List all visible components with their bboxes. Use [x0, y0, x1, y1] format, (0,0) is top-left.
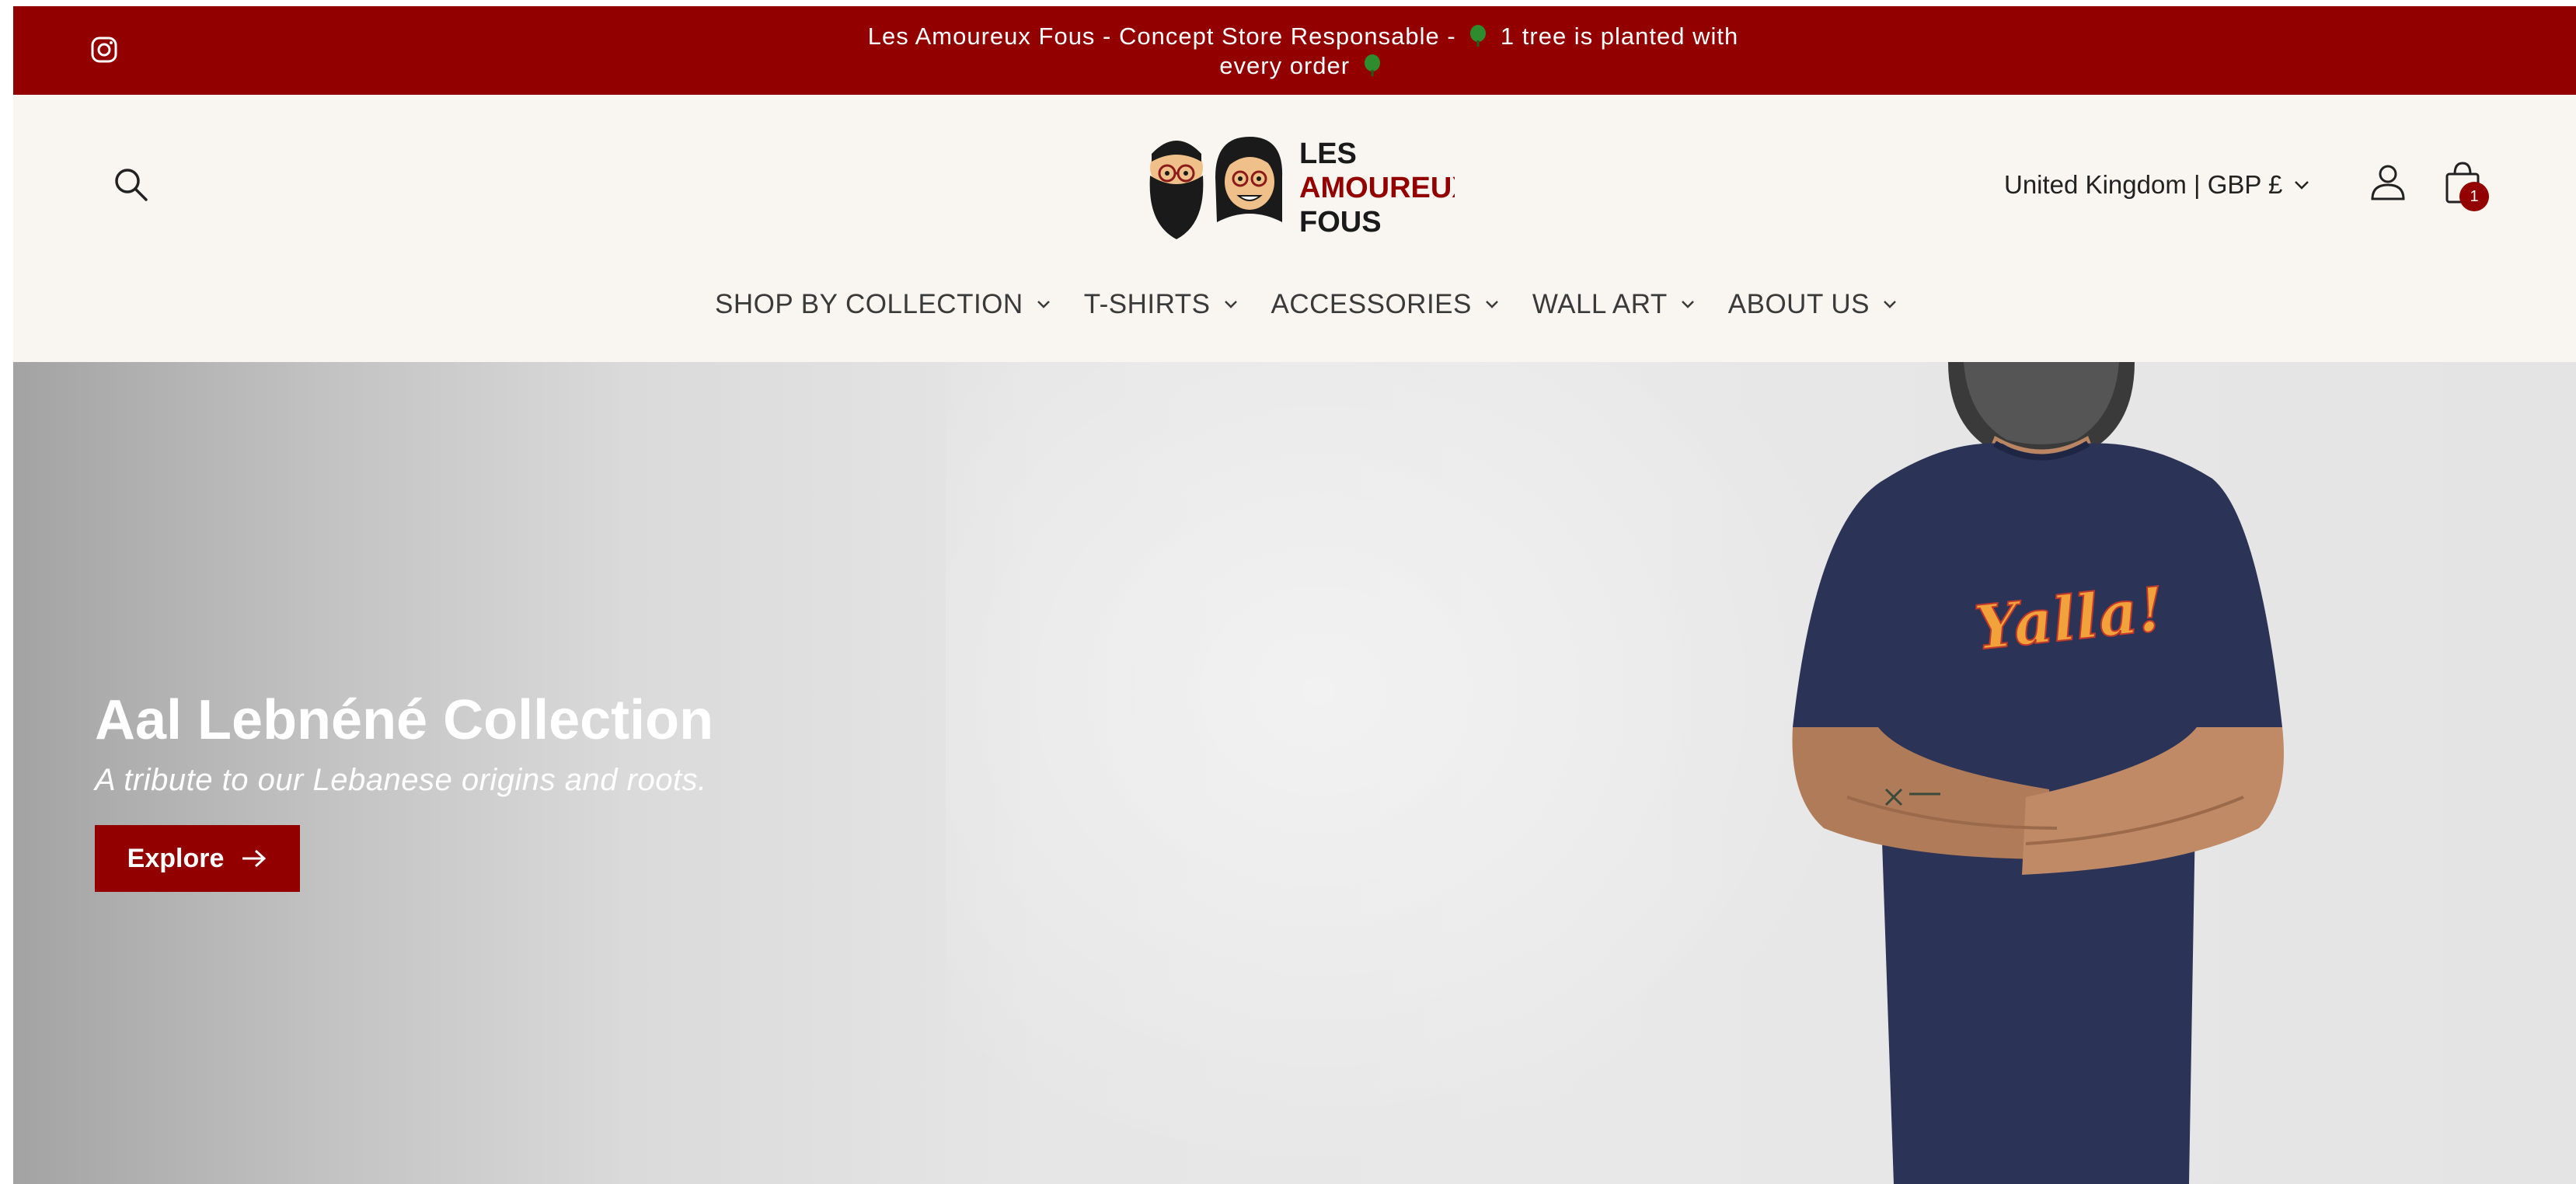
site-header: LES AMOUREUX FOUS United Kingdom | GBP £…: [13, 95, 2576, 362]
chevron-down-icon: [1485, 301, 1498, 308]
main-nav: SHOP BY COLLECTION T-SHIRTS ACCESSORIES …: [13, 281, 2576, 328]
search-icon[interactable]: [113, 166, 148, 202]
announcement-bar: Les Amoureux Fous - Concept Store Respon…: [13, 6, 2576, 95]
nav-item-label: ABOUT US: [1727, 289, 1870, 319]
region-label: United Kingdom | GBP £: [2004, 170, 2283, 199]
tree-icon: [1364, 54, 1380, 76]
chevron-down-icon: [1037, 301, 1050, 308]
cart-button[interactable]: 1: [2441, 158, 2489, 211]
nav-item-label: T-SHIRTS: [1083, 289, 1211, 319]
hero-model-image: Yalla!: [1792, 362, 2284, 1184]
nav-item-label: SHOP BY COLLECTION: [714, 289, 1023, 319]
site-logo[interactable]: LES AMOUREUX FOUS: [1144, 131, 1472, 246]
explore-button[interactable]: Explore: [95, 825, 300, 892]
nav-item-wall-art[interactable]: WALL ART: [1532, 281, 1696, 328]
chevron-down-icon: [1224, 301, 1237, 308]
announcement-text: Les Amoureux Fous - Concept Store Respon…: [751, 22, 1855, 81]
logo-text-les: LES: [1299, 138, 1357, 170]
announcement-line2: every order: [1219, 52, 1351, 79]
arrow-right-icon: [242, 849, 267, 868]
logo-text-amoureux: AMOUREUX: [1299, 172, 1455, 204]
country-currency-selector[interactable]: United Kingdom | GBP £: [2004, 168, 2310, 202]
instagram-icon[interactable]: [91, 37, 117, 63]
nav-item-label: WALL ART: [1532, 289, 1668, 319]
nav-item-accessories[interactable]: ACCESSORIES: [1271, 281, 1500, 328]
page: Les Amoureux Fous - Concept Store Respon…: [13, 6, 2576, 1184]
chevron-down-icon: [1884, 301, 1896, 308]
hero-subtitle: A tribute to our Lebanese origins and ro…: [95, 763, 707, 797]
nav-item-t-shirts[interactable]: T-SHIRTS: [1084, 281, 1239, 328]
explore-button-label: Explore: [127, 843, 225, 873]
announcement-line1-after: 1 tree is planted with: [1500, 23, 1739, 50]
hero-title: Aal Lebnéné Collection: [95, 689, 714, 751]
chevron-down-icon: [1681, 301, 1694, 308]
hero-banner: Yalla! Aal Lebnéné Collection A tribute …: [13, 362, 2576, 1184]
cart-count-badge: 1: [2459, 182, 2489, 211]
nav-item-shop-by-collection[interactable]: SHOP BY COLLECTION: [715, 281, 1051, 328]
nav-item-label: ACCESSORIES: [1271, 289, 1472, 319]
tree-icon: [1470, 25, 1487, 47]
nav-item-about-us[interactable]: ABOUT US: [1728, 281, 1898, 328]
account-icon[interactable]: [2369, 163, 2407, 202]
chevron-down-icon: [2295, 181, 2309, 190]
announcement-line1: Les Amoureux Fous - Concept Store Respon…: [867, 23, 1456, 50]
logo-text-fous: FOUS: [1299, 206, 1382, 239]
